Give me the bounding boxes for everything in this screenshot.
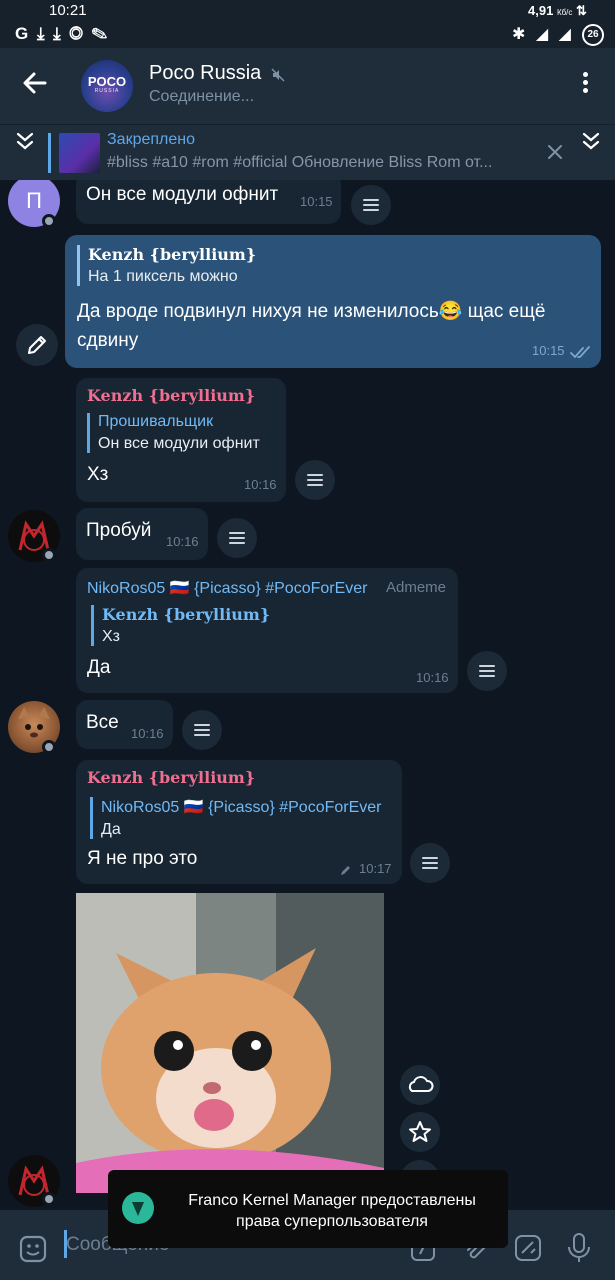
cat-photo bbox=[76, 893, 384, 1193]
message-bubble[interactable]: Пробуй 10:16 bbox=[76, 508, 208, 560]
message-time: 10:15 bbox=[532, 343, 565, 358]
share-button[interactable] bbox=[217, 518, 257, 558]
message-time: 10:17 bbox=[359, 861, 392, 876]
reply-author: Прошивальщик bbox=[98, 413, 214, 430]
status-bar: 10:21 G ⤓ ⤓ ◎ ✎ 4,91 Кб/с ⇅ ✱ ◢ ◢ 26 bbox=[0, 0, 615, 48]
chat-status: Соединение... bbox=[149, 88, 255, 105]
more-menu-button[interactable] bbox=[577, 70, 593, 100]
share-button[interactable] bbox=[182, 710, 222, 750]
pencil-icon bbox=[28, 336, 46, 354]
pinned-message-bar[interactable]: Закреплено #bliss #a10 #rom #official Об… bbox=[0, 124, 615, 180]
back-button[interactable] bbox=[20, 68, 50, 98]
battery-icon: 26 bbox=[582, 24, 604, 46]
chat-header: POCO RUSSIA Poco Russia Соединение... bbox=[0, 48, 615, 124]
message-time: 10:16 bbox=[416, 670, 449, 685]
message-time: 10:16 bbox=[166, 534, 199, 549]
pinned-title: Закреплено bbox=[107, 131, 195, 148]
avatar-logo-text: POCO bbox=[87, 74, 127, 89]
sender-name[interactable]: Kenzh {beryllium} bbox=[87, 386, 255, 405]
toast-text: Franco Kernel Manager предоставлены прав… bbox=[164, 1190, 500, 1232]
message-time: 10:16 bbox=[131, 726, 164, 741]
chat-title[interactable]: Poco Russia bbox=[149, 62, 261, 85]
group-avatar[interactable]: POCO RUSSIA bbox=[81, 60, 133, 112]
share-button[interactable] bbox=[467, 651, 507, 691]
message-bubble[interactable]: Он все модули офнит 10:15 bbox=[76, 180, 341, 224]
photo-message[interactable] bbox=[76, 893, 384, 1193]
message-time: 10:15 bbox=[300, 194, 333, 209]
double-check-icon bbox=[570, 346, 590, 359]
reply-text: Хз bbox=[102, 628, 121, 645]
message-text: Да bbox=[87, 657, 111, 678]
toast-line: Franco Kernel Manager предоставлены bbox=[188, 1192, 476, 1209]
reply-text: Он все модули офнит bbox=[98, 435, 260, 452]
network-speed: 4,91 Кб/с ⇅ bbox=[528, 3, 587, 18]
cloud-save-button[interactable] bbox=[400, 1065, 440, 1105]
avatar-logo-subtext: RUSSIA bbox=[94, 88, 120, 94]
favorite-button[interactable] bbox=[400, 1112, 440, 1152]
online-status-icon bbox=[42, 548, 56, 562]
sender-name[interactable]: NikoRos05 🇷🇺 {Picasso} #PocoForEver bbox=[87, 578, 368, 598]
microphone-icon[interactable] bbox=[566, 1232, 592, 1264]
online-status-icon bbox=[42, 1192, 56, 1206]
pinned-thumbnail bbox=[59, 133, 100, 173]
message-bubble-outgoing[interactable]: Kenzh {beryllium} На 1 пиксель можно Да … bbox=[65, 235, 601, 368]
edited-pencil-icon bbox=[341, 866, 350, 875]
star-icon bbox=[409, 1121, 431, 1142]
pinned-text: #bliss #a10 #rom #official Обновление Bl… bbox=[107, 154, 493, 171]
reply-author: Kenzh {beryllium} bbox=[88, 245, 257, 264]
dot-icon bbox=[582, 72, 588, 77]
franco-kernel-icon bbox=[122, 1192, 154, 1224]
status-time: 10:21 bbox=[49, 2, 87, 19]
online-status-icon bbox=[42, 740, 56, 754]
mute-icon bbox=[271, 68, 285, 82]
dot-icon bbox=[582, 88, 588, 93]
reply-preview[interactable]: Kenzh {beryllium} Хз bbox=[91, 605, 270, 646]
status-notification-icons: G ⤓ ⤓ ◎ ✎ bbox=[15, 24, 110, 43]
reply-author: Kenzh {beryllium} bbox=[102, 605, 271, 624]
reply-preview[interactable]: NikoRos05 🇷🇺 {Picasso} #PocoForEver Да bbox=[90, 797, 382, 839]
sticker-editor-icon[interactable] bbox=[513, 1233, 543, 1263]
chevrons-down-icon[interactable] bbox=[580, 131, 602, 153]
status-signal-icons: ✱ ◢ ◢ bbox=[512, 26, 574, 43]
share-button[interactable] bbox=[295, 460, 335, 500]
message-text-continued: сдвину bbox=[77, 330, 139, 351]
reply-preview[interactable]: Kenzh {beryllium} На 1 пиксель можно bbox=[77, 245, 256, 286]
toast-notification: Franco Kernel Manager предоставлены прав… bbox=[108, 1170, 508, 1248]
message-text: Хз bbox=[87, 464, 109, 485]
pinned-indicator bbox=[48, 133, 51, 173]
message-text: Он все модули офнит bbox=[86, 184, 279, 205]
message-text: Все bbox=[86, 712, 119, 733]
close-icon[interactable] bbox=[546, 143, 564, 161]
message-text: Пробуй bbox=[86, 520, 152, 541]
reply-preview[interactable]: Прошивальщик Он все модули офнит bbox=[87, 413, 260, 453]
sender-name[interactable]: Kenzh {beryllium} bbox=[87, 768, 255, 787]
message-bubble[interactable]: NikoRos05 🇷🇺 {Picasso} #PocoForEver Adme… bbox=[76, 568, 458, 693]
message-text: Да вроде подвинул нихуя не изменилось😂 щ… bbox=[77, 301, 546, 322]
cloud-icon bbox=[408, 1076, 434, 1092]
message-list[interactable]: П Он все модули офнит 10:15 Kenzh {beryl… bbox=[0, 180, 615, 1210]
share-button[interactable] bbox=[351, 185, 391, 225]
emoji-icon[interactable] bbox=[18, 1234, 48, 1264]
online-status-icon bbox=[42, 214, 56, 228]
dot-icon bbox=[582, 80, 588, 85]
message-text: Я не про это bbox=[87, 848, 198, 869]
toast-line: права суперпользователя bbox=[236, 1213, 428, 1230]
share-button[interactable] bbox=[410, 843, 450, 883]
reply-text: На 1 пиксель можно bbox=[88, 268, 238, 285]
message-time: 10:16 bbox=[244, 477, 277, 492]
reply-author: NikoRos05 🇷🇺 {Picasso} #PocoForEver bbox=[101, 799, 382, 816]
arrow-left-icon bbox=[23, 72, 47, 94]
message-bubble[interactable]: Kenzh {beryllium} NikoRos05 🇷🇺 {Picasso}… bbox=[76, 760, 402, 884]
message-bubble[interactable]: Kenzh {beryllium} Прошивальщик Он все мо… bbox=[76, 378, 286, 502]
reply-text: Да bbox=[101, 821, 121, 838]
chevrons-down-icon[interactable] bbox=[14, 131, 36, 153]
message-bubble[interactable]: Все 10:16 bbox=[76, 700, 173, 749]
admin-tag: Admeme bbox=[386, 579, 447, 596]
edit-button[interactable] bbox=[16, 324, 58, 366]
